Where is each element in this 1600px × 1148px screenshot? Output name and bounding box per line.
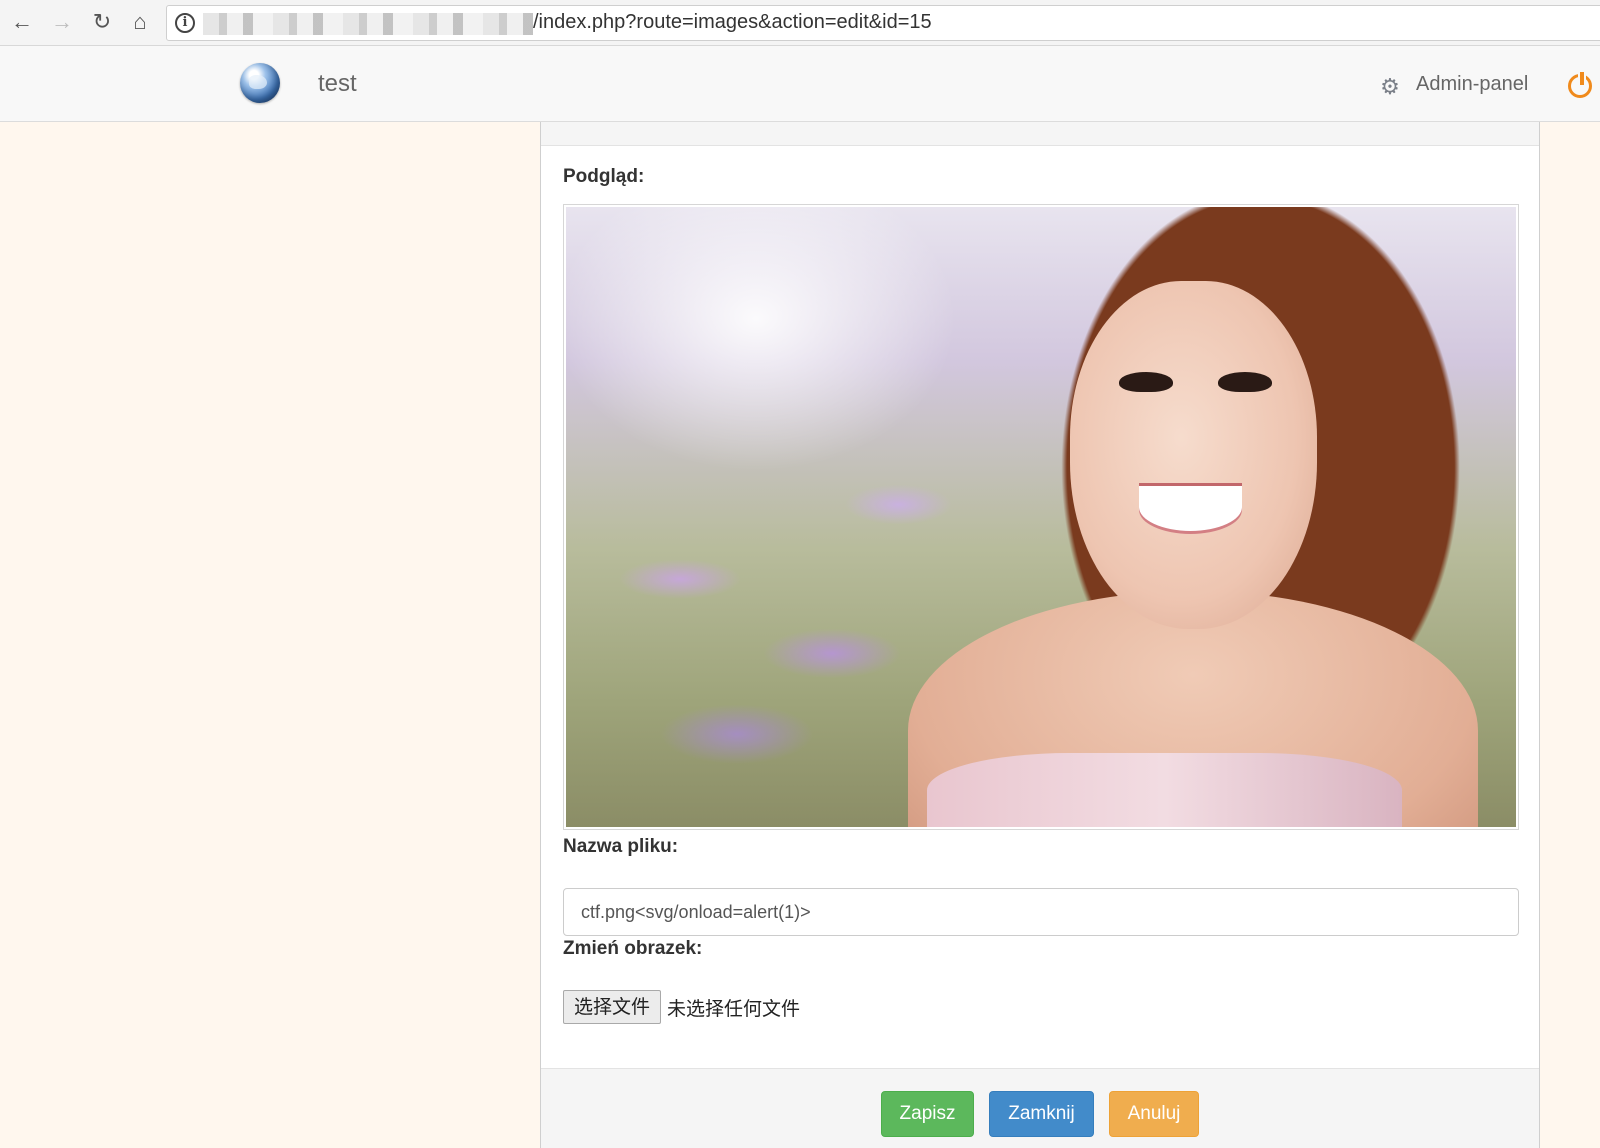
filename-label: Nazwa pliku: xyxy=(563,836,679,857)
filename-input[interactable] xyxy=(563,888,1519,936)
admin-panel-link[interactable]: Admin-panel xyxy=(1416,73,1528,96)
preview-frame xyxy=(563,204,1519,830)
save-button[interactable]: Zapisz xyxy=(881,1091,974,1137)
choose-file-button[interactable]: 选择文件 xyxy=(563,990,662,1024)
globe-icon[interactable] xyxy=(240,63,280,103)
panel-header xyxy=(541,122,1539,146)
change-image-label: Zmień obrazek: xyxy=(563,938,703,959)
panel-footer: Zapisz Zamknij Anuluj xyxy=(541,1068,1539,1148)
forward-arrow-icon[interactable]: → xyxy=(46,6,78,38)
url-redacted-segment xyxy=(203,13,533,35)
back-arrow-icon[interactable]: ← xyxy=(6,6,38,38)
file-status-text: 未选择任何文件 xyxy=(667,998,801,1020)
tools-icon[interactable]: ⚙ xyxy=(1378,75,1402,99)
brand-name[interactable]: test xyxy=(318,70,357,98)
address-bar[interactable]: i /index.php?route=images&action=edit&id… xyxy=(166,5,1600,41)
close-button[interactable]: Zamknij xyxy=(989,1091,1094,1137)
preview-image xyxy=(566,207,1516,827)
browser-toolbar: ← → ↻ ⌂ i /index.php?route=images&action… xyxy=(0,0,1600,46)
power-icon[interactable] xyxy=(1568,70,1592,98)
app-header: test ⚙ Admin-panel xyxy=(0,46,1600,122)
info-icon[interactable]: i xyxy=(175,13,195,33)
edit-image-panel: Podgląd: Nazwa pliku: Zmień obrazek: 选择文… xyxy=(540,122,1540,1148)
home-icon[interactable]: ⌂ xyxy=(124,6,156,38)
reload-icon[interactable]: ↻ xyxy=(86,6,118,38)
url-text: /index.php?route=images&action=edit&id=1… xyxy=(533,11,932,33)
preview-label: Podgląd: xyxy=(563,166,645,187)
cancel-button[interactable]: Anuluj xyxy=(1109,1091,1199,1137)
